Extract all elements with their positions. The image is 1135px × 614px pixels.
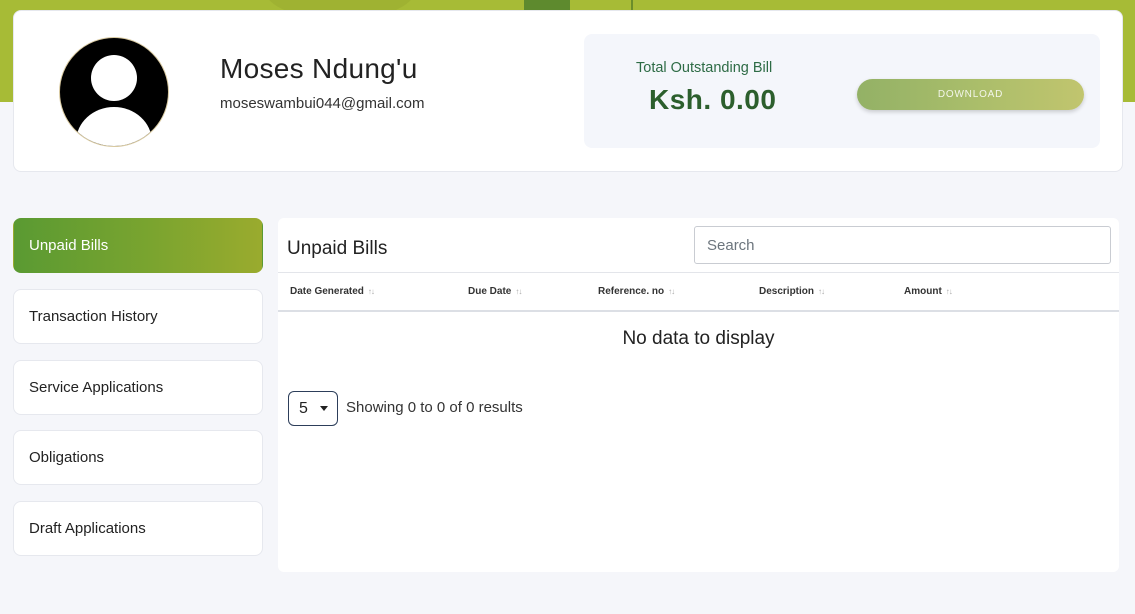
column-header-date-generated[interactable]: Date Generated ↑↓ (290, 286, 375, 297)
user-icon (76, 107, 152, 146)
column-header-label: Reference. no (598, 286, 665, 297)
sidebar-item-obligations[interactable]: Obligations (13, 430, 263, 485)
empty-table-message: No data to display (622, 328, 775, 349)
sort-icon: ↑↓ (945, 287, 953, 296)
sort-icon: ↑↓ (668, 287, 675, 296)
outstanding-bill-label: Total Outstanding Bill (636, 60, 773, 76)
search-input[interactable] (694, 226, 1111, 264)
sort-icon: ↑↓ (367, 287, 375, 296)
user-email: moseswambui044@gmail.com (220, 95, 425, 112)
unpaid-bills-panel: Unpaid Bills Date Generated↑↓ Due Date↑↓… (278, 218, 1119, 572)
column-header-label: Amount (904, 286, 942, 297)
column-header-reference-no[interactable]: Reference. no ↑↓ (598, 286, 675, 297)
column-header-label: Description (759, 286, 815, 297)
column-header-amount[interactable]: Amount ↑↓ (904, 286, 953, 297)
page-size-select[interactable]: 5 (288, 391, 338, 426)
profile-card: Moses Ndung'u moseswambui044@gmail.com T… (13, 10, 1123, 172)
user-icon (91, 55, 137, 101)
banner-decoration (524, 0, 570, 10)
column-header-description[interactable]: Description ↑↓ (759, 286, 825, 297)
column-header-label: Date Generated (290, 286, 364, 297)
user-name: Moses Ndung'u (220, 53, 418, 84)
avatar (59, 37, 169, 147)
chevron-down-icon (320, 406, 328, 411)
outstanding-bill-panel: Total Outstanding Bill Ksh. 0.00 DOWNLOA… (584, 34, 1100, 148)
sort-icon: ↑↓ (818, 287, 825, 296)
outstanding-bill-amount: Ksh. 0.00 (649, 84, 777, 115)
column-header-label: Due Date (468, 286, 512, 297)
sidebar-item-label: Service Applications (29, 379, 164, 396)
table-header: Date Generated ↑↓ Due Date ↑↓ Reference. n… (278, 272, 1119, 312)
column-header-due-date[interactable]: Due Date ↑↓ (468, 286, 522, 297)
sidebar-item-label: Unpaid Bills (29, 237, 109, 254)
sidebar-item-label: Obligations (29, 449, 105, 466)
sidebar-item-transaction-history[interactable]: Transaction History (13, 289, 263, 344)
sort-icon: ↑↓ (515, 287, 522, 296)
pagination-summary: Showing 0 to 0 of 0 results (346, 399, 523, 416)
panel-title: Unpaid Bills (287, 238, 388, 259)
download-button[interactable]: DOWNLOAD (857, 79, 1084, 110)
sidebar-item-label: Draft Applications (29, 520, 146, 537)
banner-decoration (631, 0, 633, 10)
sidebar-item-draft-applications[interactable]: Draft Applications (13, 501, 263, 556)
sidebar-item-label: Transaction History (29, 308, 158, 325)
sidebar-item-service-applications[interactable]: Service Applications (13, 360, 263, 415)
page-size-value: 5 (299, 399, 308, 417)
sidebar-item-unpaid-bills[interactable]: Unpaid Bills (13, 218, 263, 273)
